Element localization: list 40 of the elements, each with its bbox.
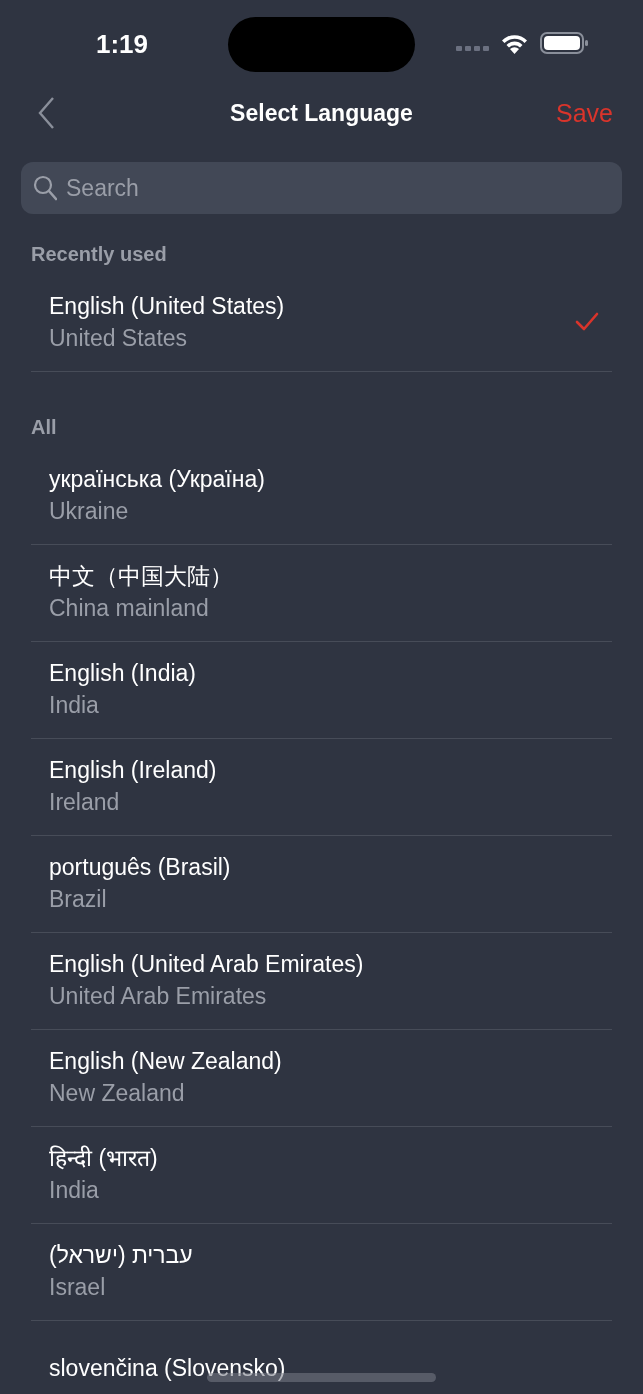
language-item[interactable]: English (United States) United States (31, 275, 612, 372)
search-field[interactable]: Search (21, 162, 622, 214)
region-name: United Arab Emirates (49, 982, 267, 1010)
search-icon (33, 175, 57, 201)
language-name: English (India) (49, 659, 197, 687)
language-name: 中文（中国大陆） (49, 562, 233, 590)
region-name: India (49, 691, 99, 719)
section-header: All (30, 415, 58, 440)
language-item[interactable]: 中文（中国大陆） China mainland (31, 545, 612, 642)
language-item[interactable]: English (India) India (31, 642, 612, 739)
language-name: English (United States) (49, 292, 285, 320)
language-item[interactable]: English (United Arab Emirates) United Arab Emirates (31, 933, 612, 1030)
language-item[interactable]: हिन्दी (भारत) India (31, 1127, 612, 1224)
battery-icon (540, 32, 588, 54)
status-time: 1:19 (96, 28, 149, 60)
language-name: English (Ireland) (49, 756, 217, 784)
language-item[interactable]: português (Brasil) Brazil (31, 836, 612, 933)
language-item[interactable]: slovenčina (Slovensko) (31, 1321, 612, 1394)
region-name: China mainland (49, 594, 209, 622)
wifi-icon (500, 32, 529, 54)
language-name: עברית (ישראל) (49, 1241, 193, 1269)
language-name: हिन्दी (भारत) (49, 1144, 158, 1172)
region-name: United States (49, 324, 188, 352)
language-item[interactable]: українська (Україна) Ukraine (31, 448, 612, 545)
language-name: English (New Zealand) (49, 1047, 282, 1075)
language-item[interactable]: English (Ireland) Ireland (31, 739, 612, 836)
region-name: Ukraine (49, 497, 129, 525)
language-name: português (Brasil) (49, 853, 231, 881)
region-name: India (49, 1176, 99, 1204)
region-name: Brazil (49, 885, 107, 913)
screen-title: Select Language (230, 99, 413, 127)
language-name: українська (Україна) (49, 465, 265, 493)
language-name: English (United Arab Emirates) (49, 950, 364, 978)
signal-icon (456, 46, 490, 51)
region-name: New Zealand (49, 1079, 185, 1107)
language-name: slovenčina (Slovensko) (49, 1354, 286, 1382)
section-header: Recently used (30, 242, 168, 267)
region-name: Ireland (49, 788, 120, 816)
language-item[interactable]: English (New Zealand) New Zealand (31, 1030, 612, 1127)
region-name: Israel (49, 1273, 106, 1301)
